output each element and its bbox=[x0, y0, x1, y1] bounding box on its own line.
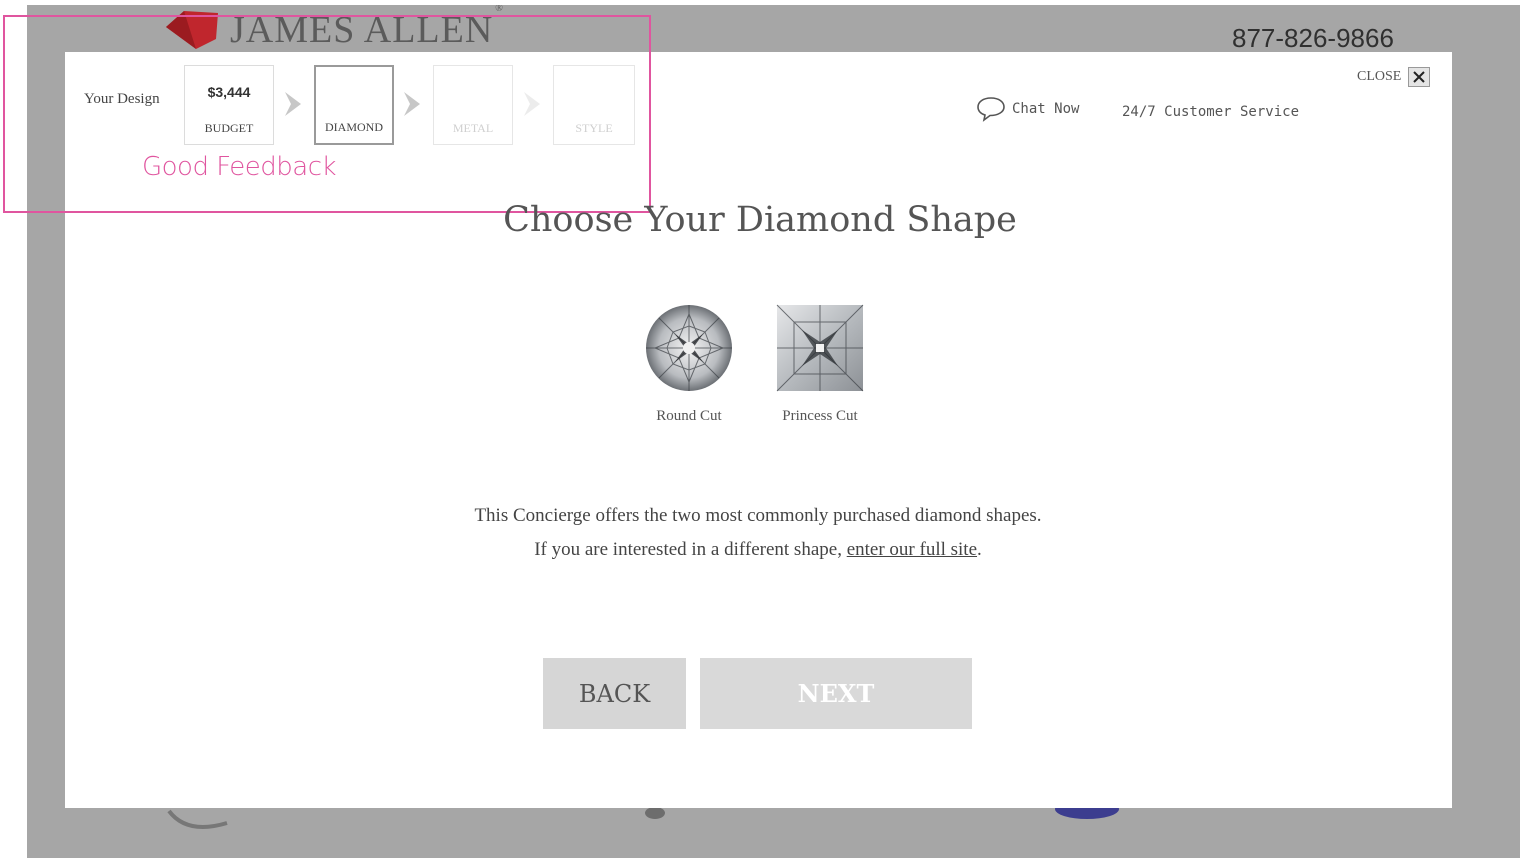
info-line-2: If you are interested in a different sha… bbox=[0, 533, 1516, 567]
chevron-right-icon bbox=[524, 92, 540, 116]
info-text: This Concierge offers the two most commo… bbox=[0, 499, 1516, 567]
step-diamond-label: DIAMOND bbox=[325, 120, 383, 134]
close-icon[interactable] bbox=[1408, 67, 1431, 87]
chevron-right-icon bbox=[285, 92, 301, 116]
step-metal: METAL bbox=[433, 65, 513, 145]
logo-registered-mark: ® bbox=[495, 5, 503, 14]
round-diamond-icon[interactable] bbox=[645, 304, 733, 392]
annotation-label: Good Feedback bbox=[142, 152, 337, 182]
step-budget[interactable]: $3,444 BUDGET bbox=[184, 65, 274, 145]
ring-silhouette-icon bbox=[645, 807, 665, 819]
page-title: Choose Your Diamond Shape bbox=[503, 200, 1017, 240]
princess-diamond-icon[interactable] bbox=[776, 304, 864, 392]
step-metal-label: METAL bbox=[452, 121, 494, 135]
next-button[interactable]: NEXT bbox=[700, 658, 972, 729]
back-button[interactable]: BACK bbox=[543, 658, 686, 729]
step-style-label: STYLE bbox=[575, 121, 613, 135]
logo-mark-icon bbox=[166, 11, 218, 49]
customer-service-label: 24/7 Customer Service bbox=[1122, 104, 1300, 120]
shape-label-princess: Princess Cut bbox=[782, 408, 858, 424]
brand-logo: JAMES ALLEN ® bbox=[162, 5, 503, 49]
full-site-link[interactable]: enter our full site bbox=[847, 539, 977, 560]
close-label: CLOSE bbox=[1357, 69, 1402, 84]
shape-option-princess[interactable]: Princess Cut bbox=[760, 304, 880, 425]
info-line-1: This Concierge offers the two most commo… bbox=[474, 505, 1042, 526]
shape-label-round: Round Cut bbox=[656, 408, 722, 424]
gem-silhouette-icon bbox=[1055, 805, 1119, 819]
step-budget-value: $3,444 bbox=[207, 84, 251, 100]
step-budget-label: BUDGET bbox=[204, 121, 254, 135]
info-line-2-prefix: If you are interested in a different sha… bbox=[534, 539, 847, 560]
chat-now-label: Chat Now bbox=[1012, 101, 1080, 117]
phone-number[interactable]: 877-826-9866 bbox=[1232, 23, 1394, 54]
step-style: STYLE bbox=[553, 65, 635, 145]
step-diamond[interactable]: DIAMOND bbox=[314, 65, 394, 145]
your-design-label: Your Design bbox=[84, 91, 160, 107]
ring-silhouette-icon bbox=[167, 809, 228, 829]
close-button[interactable]: CLOSE bbox=[1357, 67, 1431, 87]
logo-wordmark: JAMES ALLEN bbox=[230, 9, 494, 51]
info-line-2-suffix: . bbox=[977, 539, 982, 560]
chat-now-link[interactable]: Chat Now bbox=[976, 96, 1079, 122]
shape-option-round[interactable]: Round Cut bbox=[629, 304, 749, 425]
speech-bubble-icon bbox=[977, 97, 1005, 122]
chevron-right-icon bbox=[404, 92, 420, 116]
